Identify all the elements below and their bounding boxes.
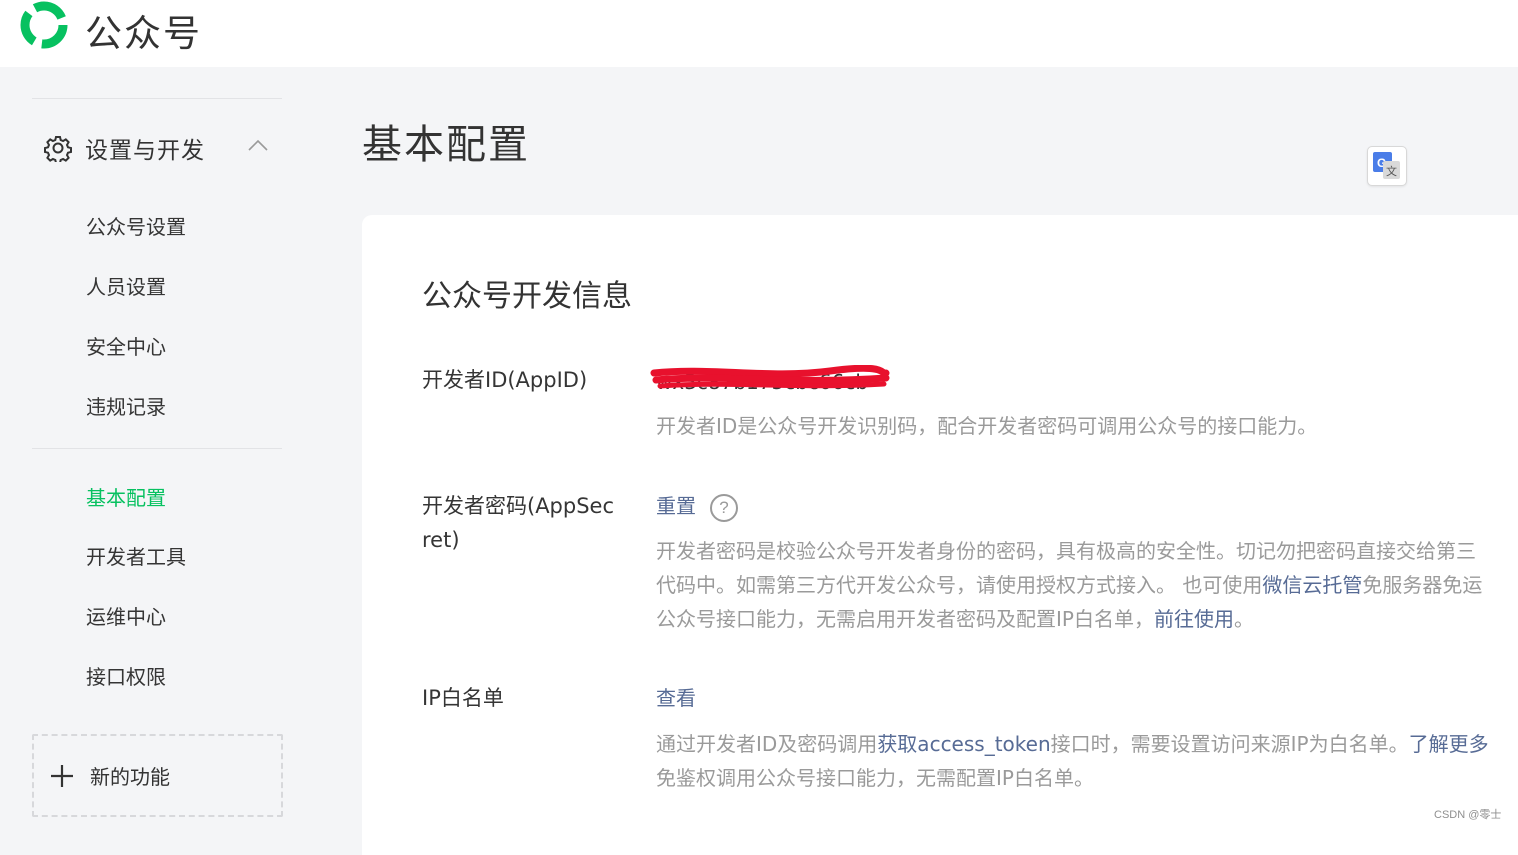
sidebar-divider-top: [32, 98, 282, 99]
page-title: 基本配置: [362, 122, 530, 168]
sidebar-section-settings-dev[interactable]: 设置与开发: [44, 128, 284, 168]
reset-secret-link[interactable]: 重置: [656, 494, 696, 518]
sidebar-divider: [32, 448, 282, 449]
sidebar-item-security-center[interactable]: 安全中心: [86, 331, 166, 360]
sidebar-item-violation-records[interactable]: 违规记录: [86, 391, 166, 420]
appsecret-desc-text: 。: [1233, 607, 1254, 631]
help-icon[interactable]: ?: [710, 493, 738, 522]
wechat-cloud-hosting-link[interactable]: 微信云托管: [1262, 573, 1362, 597]
translate-button[interactable]: G 文: [1367, 146, 1407, 186]
appsecret-label-line2: ret): [422, 528, 460, 552]
ip-whitelist-label: IP白名单: [422, 686, 504, 710]
sidebar-item-api-permissions[interactable]: 接口权限: [86, 661, 166, 690]
gear-icon: [44, 136, 72, 162]
ip-desc-text: 通过开发者ID及密码调用: [656, 732, 878, 756]
plus-icon: [51, 764, 73, 787]
ip-desc-line2: 免鉴权调用公众号接口能力，无需配置IP白名单。: [656, 766, 1094, 790]
appid-desc: 开发者ID是公众号开发识别码，配合开发者密码可调用公众号的接口能力。: [656, 414, 1318, 438]
dev-info-card: 公众号开发信息 开发者ID(AppID) wx3c87b175cbc66cb 开…: [362, 215, 1518, 855]
sidebar-item-personnel-settings[interactable]: 人员设置: [86, 271, 166, 300]
sidebar-section-title: 设置与开发: [85, 138, 205, 164]
watermark: CSDN @零士: [1434, 809, 1502, 821]
wechat-official-account-logo-icon[interactable]: [18, 1, 70, 49]
appsecret-desc-text: 公众号接口能力，无需启用开发者密码及配置IP白名单，: [656, 607, 1154, 631]
appid-label: 开发者ID(AppID): [422, 368, 588, 392]
appsecret-desc-text: 代码中。如需第三方代开发公众号，请使用授权方式接入。 也可使用: [656, 573, 1263, 597]
sidebar-item-ops-center[interactable]: 运维中心: [86, 601, 166, 630]
appsecret-label-line1: 开发者密码(AppSec: [422, 494, 615, 518]
sidebar-item-account-settings[interactable]: 公众号设置: [86, 211, 186, 240]
sidebar-item-basic-config[interactable]: 基本配置: [86, 482, 166, 511]
appsecret-desc-line1: 开发者密码是校验公众号开发者身份的密码，具有极高的安全性。切记勿把密码直接交给第…: [656, 539, 1476, 563]
ip-desc-line1: 通过开发者ID及密码调用获取access_token接口时，需要设置访问来源IP…: [656, 727, 1489, 761]
chevron-up-icon[interactable]: [247, 138, 269, 152]
new-feature-label: 新的功能: [90, 765, 170, 789]
go-use-link[interactable]: 前往使用: [1154, 607, 1234, 631]
brand-name: 公众号: [85, 12, 202, 55]
appsecret-desc-line3: 公众号接口能力，无需启用开发者密码及配置IP白名单，前往使用。: [656, 602, 1254, 636]
appsecret-desc-text: 免服务器免运: [1362, 573, 1483, 597]
appsecret-desc-line2: 代码中。如需第三方代开发公众号，请使用授权方式接入。 也可使用微信云托管免服务器…: [656, 568, 1482, 602]
get-access-token-link[interactable]: 获取access_token: [877, 732, 1050, 756]
top-bar: 公众号: [0, 0, 1518, 67]
redaction-scribble: [650, 365, 890, 389]
new-feature-button[interactable]: 新的功能: [32, 734, 283, 817]
translate-icon: G 文: [1373, 152, 1400, 179]
ip-desc-text: 接口时，需要设置访问来源IP为白名单。: [1050, 732, 1409, 756]
learn-more-link[interactable]: 了解更多: [1409, 732, 1489, 756]
appsecret-actions: 重置?: [656, 489, 738, 523]
sidebar-item-developer-tools[interactable]: 开发者工具: [86, 541, 186, 570]
card-title: 公众号开发信息: [422, 279, 632, 314]
view-whitelist-link[interactable]: 查看: [656, 686, 696, 710]
ip-whitelist-actions: 查看: [656, 681, 696, 715]
svg-text:文: 文: [1386, 164, 1397, 178]
